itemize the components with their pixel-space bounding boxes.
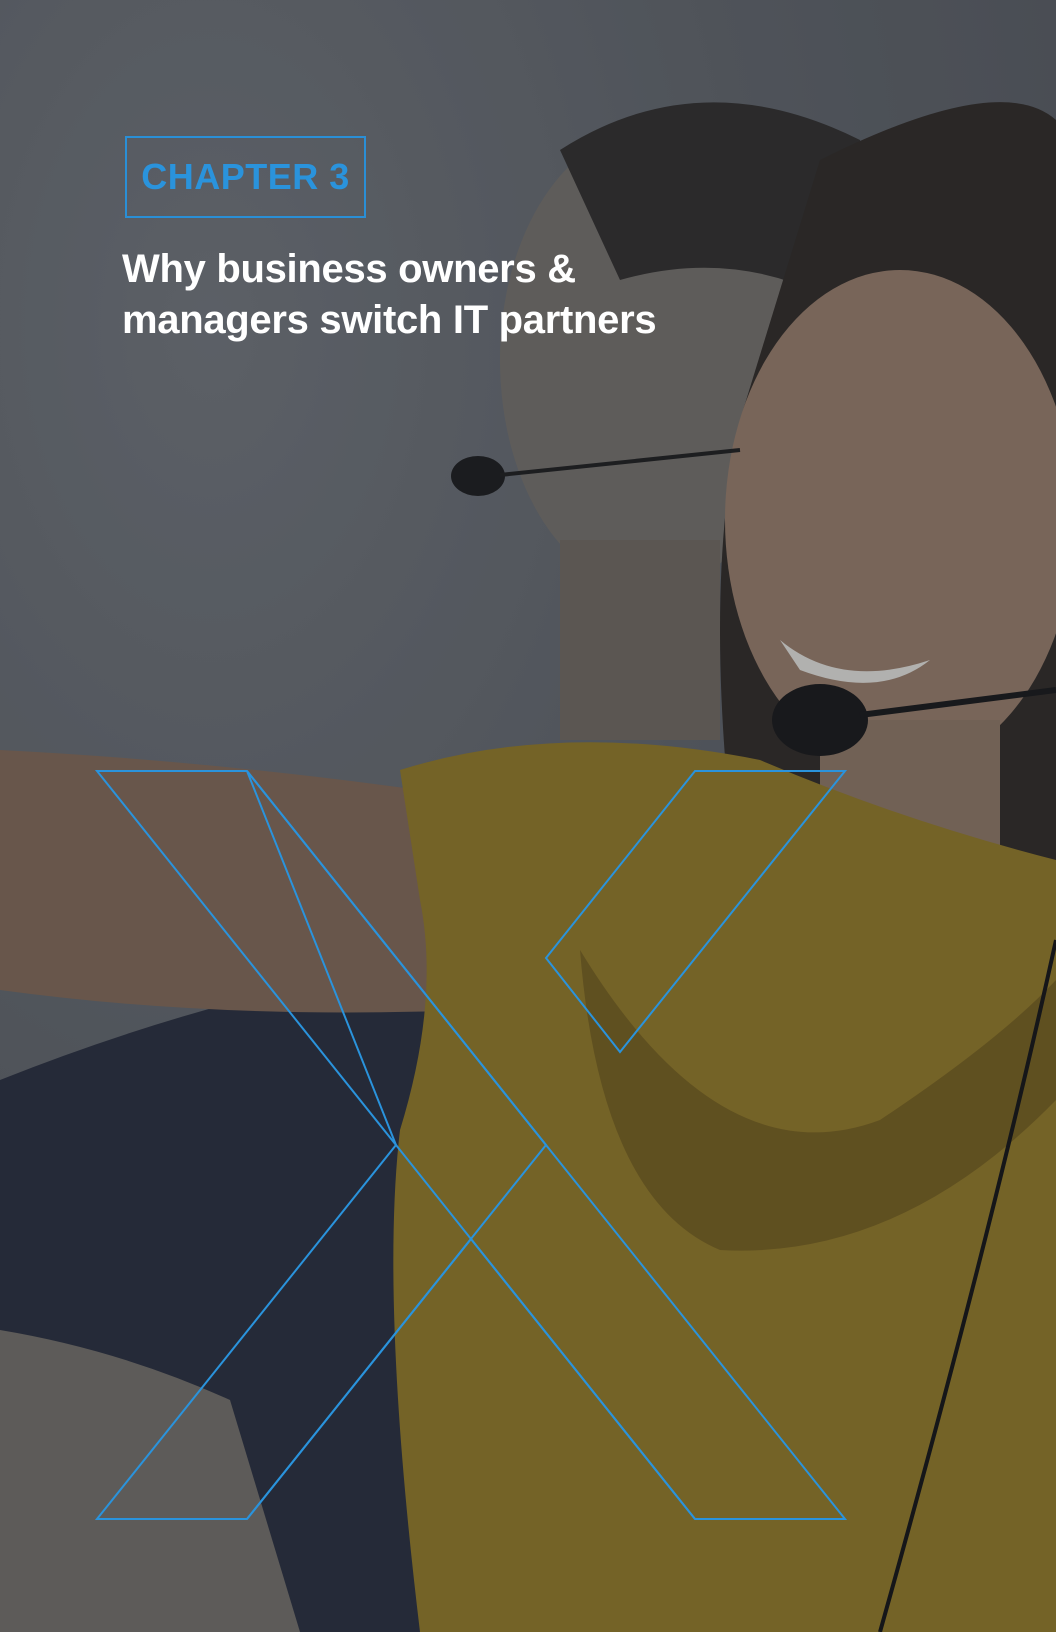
page-title-line-2: managers switch IT partners — [122, 298, 657, 342]
chapter-badge: CHAPTER 3 — [125, 136, 366, 218]
chapter-label: CHAPTER 3 — [141, 156, 350, 197]
page-title: Why business owners & managers switch IT… — [122, 244, 822, 346]
page-title-line-1: Why business owners & — [122, 247, 576, 291]
